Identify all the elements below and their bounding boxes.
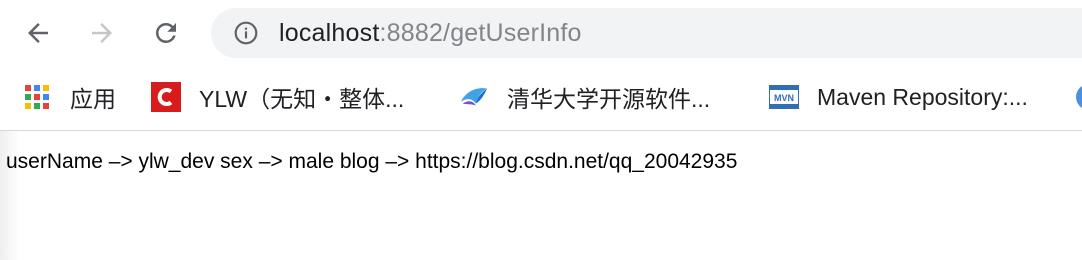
- bookmark-overflow[interactable]: [1074, 80, 1082, 114]
- reload-icon: [155, 22, 176, 43]
- page-body-text: userName –> ylw_dev sex –> male blog –> …: [6, 150, 738, 173]
- reload-button[interactable]: [144, 11, 188, 55]
- bookmark-tuna[interactable]: 清华大学开源软件...: [459, 80, 710, 114]
- info-circle-icon[interactable]: [233, 20, 259, 46]
- bookmark-label: Maven Repository:...: [817, 83, 1028, 110]
- apps-grid-icon: [22, 82, 52, 112]
- csdn-logo-icon: [151, 82, 181, 112]
- url-path: :8882/getUserInfo: [379, 19, 582, 47]
- browser-toolbar: localhost:8882/getUserInfo: [0, 0, 1082, 66]
- url-text[interactable]: localhost:8882/getUserInfo: [279, 19, 582, 47]
- mvn-logo-icon: MVN: [769, 82, 799, 112]
- bookmark-apps[interactable]: 应用: [22, 80, 116, 114]
- back-button[interactable]: [16, 11, 60, 55]
- bookmark-maven[interactable]: MVN Maven Repository:...: [769, 80, 1028, 114]
- bookmark-label: 应用: [70, 86, 116, 112]
- forward-button[interactable]: [80, 11, 124, 55]
- bookmark-label: 清华大学开源软件...: [507, 86, 711, 112]
- svg-text:MVN: MVN: [774, 93, 794, 103]
- tuna-bird-icon: [459, 82, 489, 112]
- address-bar[interactable]: localhost:8882/getUserInfo: [211, 8, 1082, 58]
- bookmarks-bar: 应用 YLW（无知・整体... 清华大学开源软件... MVN Maven Re…: [0, 66, 1082, 131]
- arrow-right-icon: [92, 23, 112, 43]
- globe-icon: [1074, 82, 1082, 112]
- bookmark-ylw[interactable]: YLW（无知・整体...: [151, 80, 404, 114]
- bookmark-label: YLW（无知・整体...: [199, 86, 405, 112]
- arrow-left-icon: [28, 23, 48, 43]
- url-host: localhost: [279, 19, 380, 47]
